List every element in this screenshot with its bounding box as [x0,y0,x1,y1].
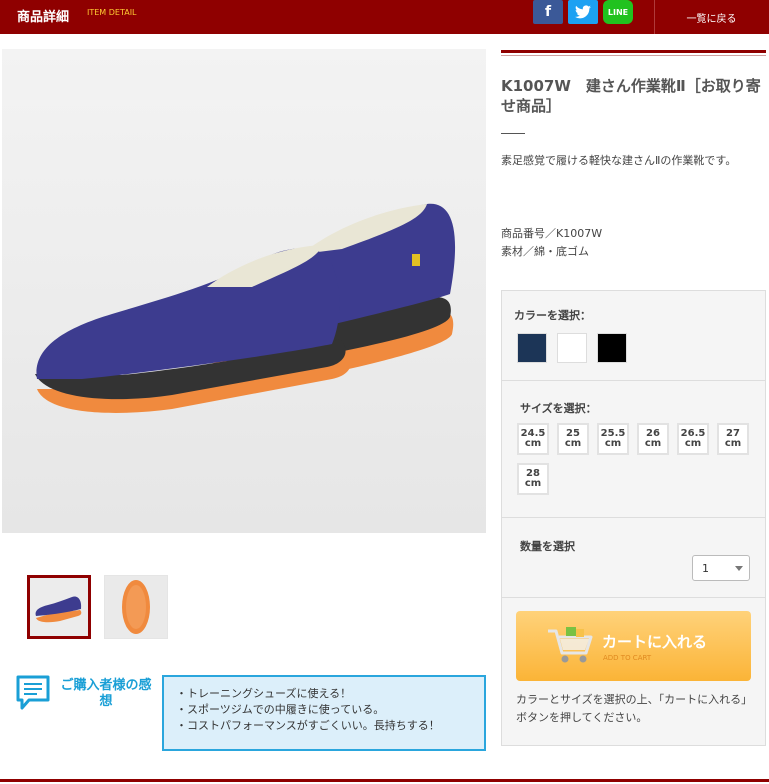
review-item: ・トレーニングシューズに使える！ [176,687,352,700]
size-button-label: 28 cm [524,468,542,489]
size-button[interactable]: 27 cm [717,423,749,455]
cart-instruction: カラーとサイズを選択の上、「カートに入れる」ボタンを押してください。 [516,693,753,724]
thumbnail-sole-view[interactable] [104,575,168,639]
title-divider-thin [501,55,766,56]
shoes-illustration [35,203,456,413]
size-button-label: 24.5 cm [520,428,546,449]
add-to-cart-label: カートに入れる [602,633,708,651]
size-button-label: 25 cm [564,428,582,449]
quantity-select[interactable]: 1 [692,555,750,581]
color-swatch-black[interactable] [597,333,627,363]
quantity-value: 1 [702,562,709,575]
size-button[interactable]: 26.5 cm [677,423,709,455]
size-button-label: 26 cm [644,428,662,449]
review-heading: ご購入者様の感想 [60,678,152,709]
back-to-list-button[interactable]: 一覧に戻る [654,0,768,34]
footer-divider [0,779,769,782]
shoes-thumbnail-image [30,578,88,636]
product-description: 素足感覚で履ける軽快な建さんⅡの作業靴です。 [501,154,737,167]
product-material: 素材／綿・底ゴム [501,245,589,258]
header-bar: 商品詳細 ITEM DETAIL f LINE 一覧に戻る [0,0,769,34]
divider [502,380,765,381]
quantity-label: 数量を選択 [520,540,575,553]
page-title: 商品詳細 [17,10,70,25]
sole-thumbnail-image [105,576,167,638]
review-item: ・コストパフォーマンスがすごくいい。長持ちする！ [176,719,440,732]
product-code: 商品番号／K1007W [501,227,603,240]
shopping-cart-icon [548,627,593,663]
line-icon: LINE [607,7,629,17]
add-to-cart-button[interactable]: カートに入れる ADD TO CART [516,611,751,681]
review-box: ・トレーニングシューズに使える！ ・スポーツジムでの中履きに使っている。 ・コス… [162,675,486,751]
color-swatch-white[interactable] [557,333,587,363]
chevron-down-icon [735,566,743,571]
size-button[interactable]: 25 cm [557,423,589,455]
size-button[interactable]: 24.5 cm [517,423,549,455]
size-button-label: 25.5 cm [600,428,626,449]
line-share-button[interactable]: LINE [603,0,633,24]
color-label: カラーを選択： [514,309,591,322]
size-label: サイズを選択： [520,402,597,415]
size-button[interactable]: 25.5 cm [597,423,629,455]
facebook-icon: f [544,4,552,20]
divider [502,517,765,518]
divider [502,597,765,598]
options-panel: カラーを選択： サイズを選択： 24.5 cm 25 cm 25.5 cm 26 cm 26.5… [501,290,766,746]
size-button-label: 26.5 cm [680,428,706,449]
main-product-image [2,49,486,533]
review-item: ・スポーツジムでの中履きに使っている。 [176,703,385,716]
speech-bubble-icon [16,675,50,710]
product-title: K1007W 建さん作業靴Ⅱ［お取り寄せ商品］ [501,77,761,115]
page-subtitle: ITEM DETAIL [87,8,137,17]
title-divider [501,50,766,53]
twitter-share-button[interactable] [568,0,598,24]
thumbnail-side-view[interactable] [27,575,91,639]
size-button[interactable]: 28 cm [517,463,549,495]
size-button[interactable]: 26 cm [637,423,669,455]
color-swatch-navy[interactable] [517,333,547,363]
title-dash [501,133,525,134]
add-to-cart-sublabel: ADD TO CART [603,654,652,662]
facebook-share-button[interactable]: f [533,0,563,24]
front-shoe [35,245,351,413]
twitter-icon [575,5,591,19]
size-button-label: 27 cm [724,428,742,449]
